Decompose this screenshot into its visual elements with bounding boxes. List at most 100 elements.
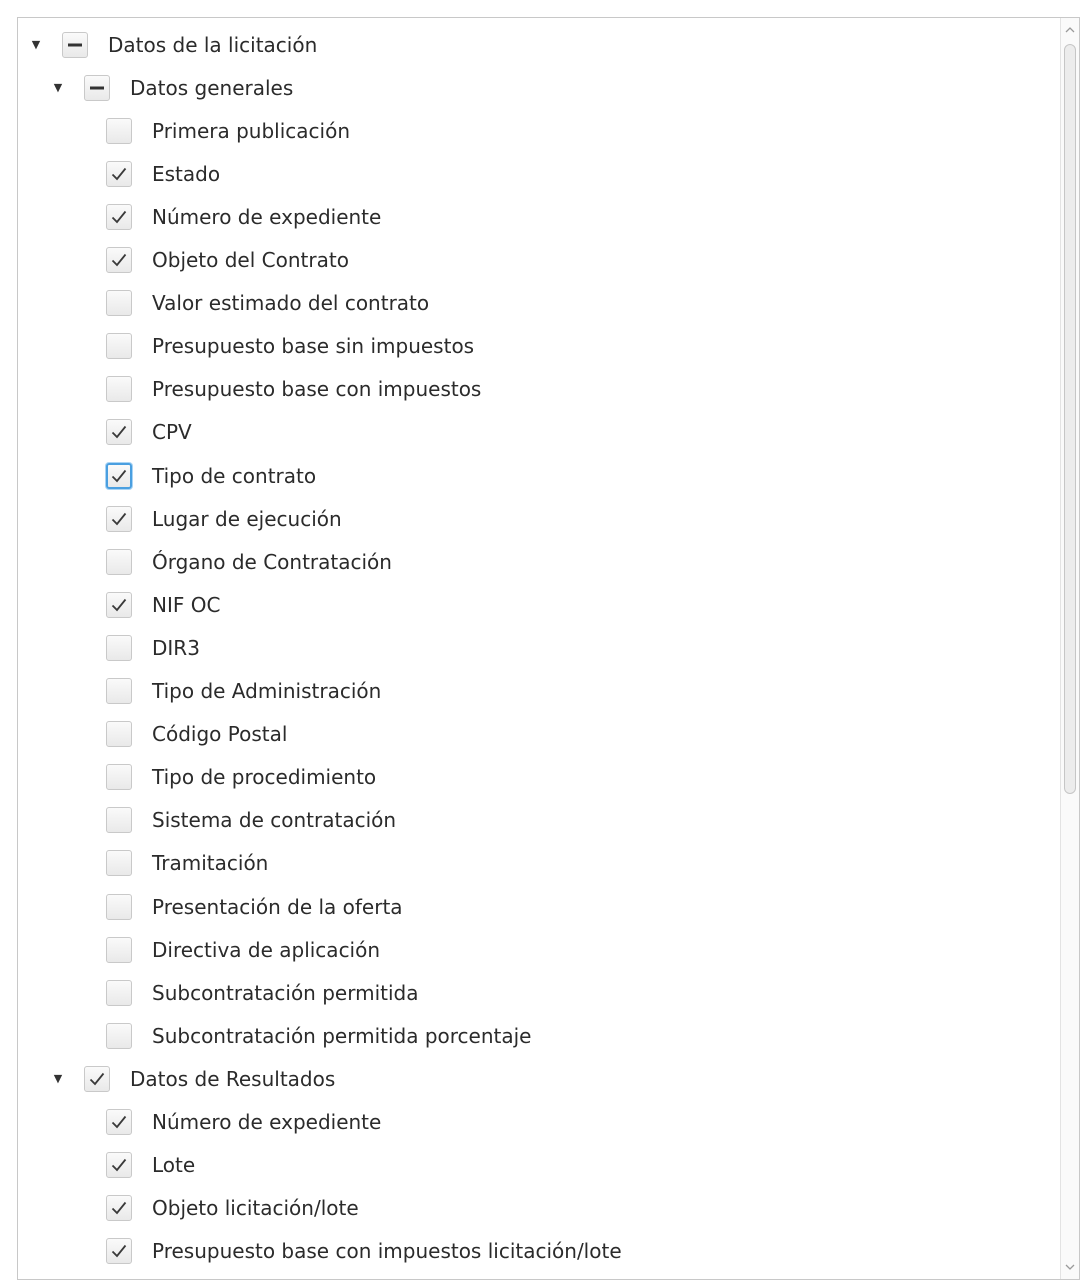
checkbox[interactable] [106,936,132,963]
triangle-down-icon[interactable]: ▼ [52,78,64,98]
tree-item-label: Presentación de la oferta [152,894,403,919]
checkbox[interactable] [106,807,132,834]
checkbox[interactable] [106,505,132,532]
tree-item[interactable]: Número de expediente [18,195,1061,238]
tree-list: ▼ Datos de la licitación ▼ Datos generales P… [18,18,1061,1279]
tree-item[interactable]: Número de expediente [18,1101,1061,1144]
checkbox[interactable] [62,31,88,58]
tree-item[interactable]: Presupuesto base con impuestos licitació… [18,1230,1061,1273]
tree-item-label: Lote [152,1153,196,1178]
checkbox[interactable] [106,333,132,360]
checkbox[interactable] [106,203,132,230]
scrollbar-thumb[interactable] [1064,44,1076,794]
tree-node[interactable]: ▼ Datos de Resultados [18,1057,1061,1100]
tree-item[interactable]: CPV [18,411,1061,454]
tree-item-label: Primera publicación [152,118,351,143]
tree-item[interactable]: Presupuesto base con impuestos [18,368,1061,411]
checkbox[interactable] [106,678,132,704]
tree-item[interactable]: Objeto del Contrato [18,239,1061,282]
checkbox[interactable] [106,764,132,791]
tree-item-label: Tipo de procedimiento [152,765,377,790]
checkbox[interactable] [106,1152,132,1179]
checkbox[interactable] [106,1195,132,1222]
tree-item-label: Subcontratación permitida porcentaje [152,1023,532,1048]
checkbox[interactable] [106,376,132,403]
checkbox[interactable] [106,247,132,273]
tree-item-label: Datos de Resultados [130,1066,336,1091]
tree-item-label: Número de expediente [152,204,382,229]
tree-item-label: Tipo de Administración [152,679,382,703]
checkbox[interactable] [106,1109,132,1135]
chevron-down-icon[interactable] [1061,1257,1079,1277]
checkbox[interactable] [106,850,132,877]
tree-item[interactable]: Objeto licitación/lote [18,1187,1061,1230]
tree-item[interactable]: Subcontratación permitida porcentaje [18,1014,1061,1057]
tree-item[interactable]: Subcontratación permitida [18,971,1061,1014]
checkmark-icon [111,167,127,181]
checkbox[interactable] [106,419,132,446]
checkbox[interactable] [106,160,132,187]
triangle-down-icon[interactable]: ▼ [30,35,42,55]
tree-item[interactable]: Código Postal [18,713,1061,756]
tree-item-label: Lugar de ejecución [152,506,342,531]
checkbox[interactable] [106,721,132,748]
checkbox[interactable] [106,548,132,575]
checkbox[interactable] [106,893,132,920]
tree-item-label: Datos generales [130,75,294,100]
tree-item-label: Objeto del Contrato [152,248,349,272]
checkbox[interactable] [106,979,132,1006]
checkmark-icon [111,598,127,612]
vertical-scrollbar[interactable] [1060,18,1079,1279]
tree-item[interactable]: Primera publicación [18,109,1061,152]
checkbox[interactable] [106,290,132,317]
tree-item-label: Estado [152,161,221,186]
chevron-up-icon[interactable] [1061,20,1079,40]
checkmark-icon [111,512,127,525]
tree-view: ▼ Datos de la licitación ▼ Datos generales P… [17,17,1080,1280]
checkbox[interactable] [106,1022,132,1049]
tree-item-label: CPV [152,420,192,445]
tree-item-label: Presupuesto base con impuestos [152,377,482,402]
tree-item[interactable]: Tipo de procedimiento [18,756,1061,799]
tree-item[interactable]: Valor estimado del contrato [18,282,1061,325]
checkbox[interactable] [106,634,132,661]
tree-item-label: DIR3 [152,635,200,660]
tree-node[interactable]: ▼ Datos de la licitación [18,23,1061,66]
checkbox[interactable] [106,117,132,144]
checkmark-icon [111,1159,127,1172]
dash-icon [68,43,82,46]
tree-item[interactable]: DIR3 [18,626,1061,669]
tree-item-label: Objeto licitación/lote [152,1196,359,1221]
triangle-down-icon[interactable]: ▼ [52,1069,64,1089]
tree-item[interactable]: Lote [18,1144,1061,1187]
tree-item[interactable]: Tramitación [18,842,1061,885]
checkbox[interactable] [84,1065,110,1092]
tree-item[interactable]: Tipo de Administración [18,670,1061,713]
tree-item[interactable]: Directiva de aplicación [18,928,1061,971]
tree-item-label: Tramitación [152,851,269,876]
checkbox[interactable] [84,74,110,101]
tree-item[interactable]: Tipo de contrato [18,454,1061,497]
tree-item[interactable]: Estado [18,152,1061,195]
tree-item[interactable]: Presentación de la oferta [18,885,1061,928]
checkmark-icon [111,1115,127,1129]
tree-item-label: Subcontratación permitida [152,980,419,1005]
tree-node[interactable]: ▼ Datos generales [18,66,1061,109]
tree-item-label: Datos de la licitación [108,32,318,57]
dash-icon [90,86,104,90]
checkmark-icon [89,1072,105,1086]
tree-item[interactable]: Órgano de Contratación [18,540,1061,583]
checkbox[interactable] [106,462,132,489]
checkmark-icon [111,469,127,482]
tree-item[interactable]: Sistema de contratación [18,799,1061,842]
tree-item[interactable]: Lugar de ejecución [18,497,1061,540]
tree-item-label: Tipo de contrato [152,463,317,488]
tree-item-label: Código Postal [152,722,288,747]
checkmark-icon [111,426,127,439]
tree-item-label: Presupuesto base con impuestos licitació… [152,1239,622,1264]
checkmark-icon [111,1245,127,1258]
tree-item[interactable]: NIF OC [18,583,1061,626]
checkbox[interactable] [106,1238,132,1265]
checkbox[interactable] [106,591,132,618]
tree-item[interactable]: Presupuesto base sin impuestos [18,325,1061,368]
